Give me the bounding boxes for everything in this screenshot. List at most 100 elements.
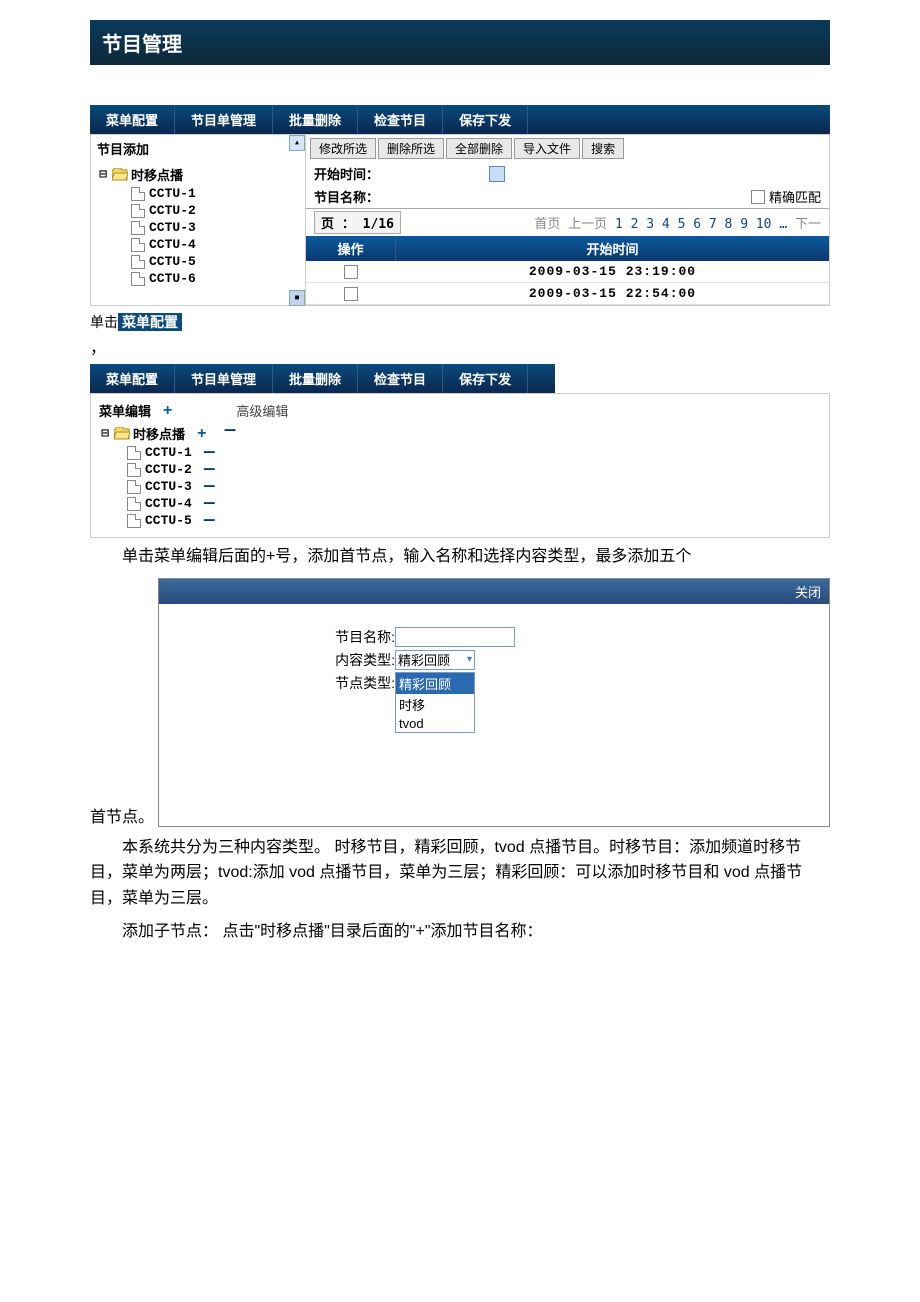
search-button[interactable]: 搜索 <box>582 138 624 159</box>
panel1-body: ▴ ▪ 节目添加 ⊟ 时移点播 CCTU-1 CCTU-2 CCTU-3 CCT… <box>90 134 830 306</box>
delete-selected-button[interactable]: 删除所选 <box>378 138 444 159</box>
file-icon <box>127 497 141 511</box>
tree2-item[interactable]: CCTU-3— <box>127 478 821 495</box>
file-icon <box>131 221 145 235</box>
paragraph-add-root: 单击菜单编辑后面的+号，添加首节点，输入名称和选择内容类型，最多添加五个 <box>90 544 830 570</box>
tree2-item[interactable]: CCTU-4— <box>127 495 821 512</box>
tab-menu-config-2[interactable]: 菜单配置 <box>90 364 175 393</box>
page-title: 节目管理 <box>102 34 182 56</box>
tab-program-manage-2[interactable]: 节目单管理 <box>175 364 273 393</box>
page-label: 页 ： <box>321 217 355 232</box>
remove-node-icon[interactable]: — <box>204 481 215 493</box>
file-icon <box>131 204 145 218</box>
program-name-input[interactable] <box>395 627 515 647</box>
tab-batch-delete-2[interactable]: 批量删除 <box>273 364 358 393</box>
option-tvod[interactable]: tvod <box>396 715 474 732</box>
tree-item[interactable]: CCTU-6 <box>131 270 299 287</box>
row-time: 2009-03-15 23:19:00 <box>396 264 829 279</box>
option-timeshift[interactable]: 时移 <box>396 694 474 715</box>
row-checkbox[interactable] <box>344 265 358 279</box>
panel2-body: 菜单编辑 + 高级编辑 ⊟ 时移点播 +— CCTU-1— CCTU-2— CC… <box>90 393 830 538</box>
tree-title: 节目添加 <box>91 135 305 162</box>
tree-root[interactable]: ⊟ 时移点播 <box>97 164 299 185</box>
remove-node-icon[interactable]: — <box>225 425 236 443</box>
tab-batch-delete[interactable]: 批量删除 <box>273 105 358 134</box>
paragraph-add-child: 添加子节点： 点击"时移点播"目录后面的"+"添加节目名称： <box>90 919 830 945</box>
page-first-prev[interactable]: 首页 上一页 <box>534 217 607 232</box>
tab-row-2: 菜单配置 节目单管理 批量删除 检查节目 保存下发 <box>90 364 555 393</box>
paragraph-content-types: 本系统共分为三种内容类型。 时移节目，精彩回顾，tvod 点播节目。时移节目：添… <box>90 835 830 912</box>
advanced-edit-link[interactable]: 高级编辑 <box>236 401 288 420</box>
folder-open-icon <box>112 168 128 181</box>
tree2-item[interactable]: CCTU-5— <box>127 512 821 529</box>
file-icon <box>127 514 141 528</box>
scroll-up-icon[interactable]: ▴ <box>289 135 305 151</box>
content-type-select[interactable]: 精彩回顾 ▾ <box>395 650 475 670</box>
tab-row-1: 菜单配置 节目单管理 批量删除 检查节目 保存下发 <box>90 105 830 134</box>
page-numbers[interactable]: 1 2 3 4 5 6 7 8 9 10 … <box>615 217 787 232</box>
tree2-item[interactable]: CCTU-1— <box>127 444 821 461</box>
start-time-label: 开始时间： <box>314 164 389 183</box>
scroll-thumb-icon[interactable]: ▪ <box>289 290 305 306</box>
tab-save-send-2[interactable]: 保存下发 <box>443 364 528 393</box>
row-checkbox[interactable] <box>344 287 358 301</box>
remove-node-icon[interactable]: — <box>204 464 215 476</box>
file-icon <box>127 446 141 460</box>
node-type-dropdown[interactable]: 精彩回顾 时移 tvod <box>395 672 475 733</box>
tab-save-send[interactable]: 保存下发 <box>443 105 528 134</box>
tree2-root[interactable]: ⊟ 时移点播 +— <box>99 423 821 444</box>
tree-expander-icon[interactable]: ⊟ <box>97 167 109 182</box>
tab-check-program[interactable]: 检查节目 <box>358 105 443 134</box>
remove-node-icon[interactable]: — <box>204 498 215 510</box>
file-icon <box>127 463 141 477</box>
tree-root-label: 时移点播 <box>131 165 183 184</box>
tree-item[interactable]: CCTU-5 <box>131 253 299 270</box>
tree-pane: ▴ ▪ 节目添加 ⊟ 时移点播 CCTU-1 CCTU-2 CCTU-3 CCT… <box>91 135 306 305</box>
remove-node-icon[interactable]: — <box>204 447 215 459</box>
right-pane: 修改所选 删除所选 全部删除 导入文件 搜索 开始时间： 节目名称： 精确匹配 … <box>306 135 829 305</box>
menu-config-inline-button: 菜单配置 <box>118 313 182 331</box>
add-node-icon[interactable]: + <box>197 425 207 443</box>
modify-selected-button[interactable]: 修改所选 <box>310 138 376 159</box>
row-time: 2009-03-15 22:54:00 <box>396 286 829 301</box>
exact-match-checkbox[interactable] <box>751 190 765 204</box>
file-icon <box>131 255 145 269</box>
node-type-label: 节点类型: <box>319 673 395 693</box>
import-file-button[interactable]: 导入文件 <box>514 138 580 159</box>
dialog-close-button[interactable]: 关闭 <box>159 579 829 604</box>
file-icon <box>131 187 145 201</box>
table-row: 2009-03-15 22:54:00 <box>306 283 829 305</box>
col-operation: 操作 <box>306 236 396 261</box>
comma-text: ， <box>90 334 830 358</box>
add-node-dialog: 关闭 节目名称: 内容类型: 精彩回顾 ▾ 节点类型: <box>158 578 830 827</box>
remove-node-icon[interactable]: — <box>204 515 215 527</box>
tree-item[interactable]: CCTU-1 <box>131 185 299 202</box>
tree-item[interactable]: CCTU-3 <box>131 219 299 236</box>
tree-item[interactable]: CCTU-2 <box>131 202 299 219</box>
folder-open-icon <box>114 427 130 440</box>
page-title-bar: 节目管理 <box>90 20 830 65</box>
menu-edit-label: 菜单编辑 <box>99 401 151 420</box>
file-icon <box>131 238 145 252</box>
program-name-label: 节目名称： <box>314 187 389 206</box>
tab-program-manage[interactable]: 节目单管理 <box>175 105 273 134</box>
menu-edit-plus-icon[interactable]: + <box>163 402 172 420</box>
table-row: 2009-03-15 23:19:00 <box>306 261 829 283</box>
col-start-time: 开始时间 <box>396 236 829 261</box>
content-type-label: 内容类型: <box>319 650 395 670</box>
chevron-down-icon: ▾ <box>467 654 472 665</box>
tab-menu-config[interactable]: 菜单配置 <box>90 105 175 134</box>
tree-expander-icon[interactable]: ⊟ <box>99 426 111 441</box>
file-icon <box>131 272 145 286</box>
calendar-icon[interactable] <box>489 166 505 182</box>
page-next[interactable]: 下一 <box>795 217 821 232</box>
page-value: 1/16 <box>363 217 394 232</box>
file-icon <box>127 480 141 494</box>
dialog-prefix-text: 首节点。 <box>90 803 154 827</box>
option-highlight[interactable]: 精彩回顾 <box>396 673 474 694</box>
tree-item[interactable]: CCTU-4 <box>131 236 299 253</box>
delete-all-button[interactable]: 全部删除 <box>446 138 512 159</box>
tab-check-program-2[interactable]: 检查节目 <box>358 364 443 393</box>
tree2-item[interactable]: CCTU-2— <box>127 461 821 478</box>
table-header: 操作 开始时间 <box>306 236 829 261</box>
